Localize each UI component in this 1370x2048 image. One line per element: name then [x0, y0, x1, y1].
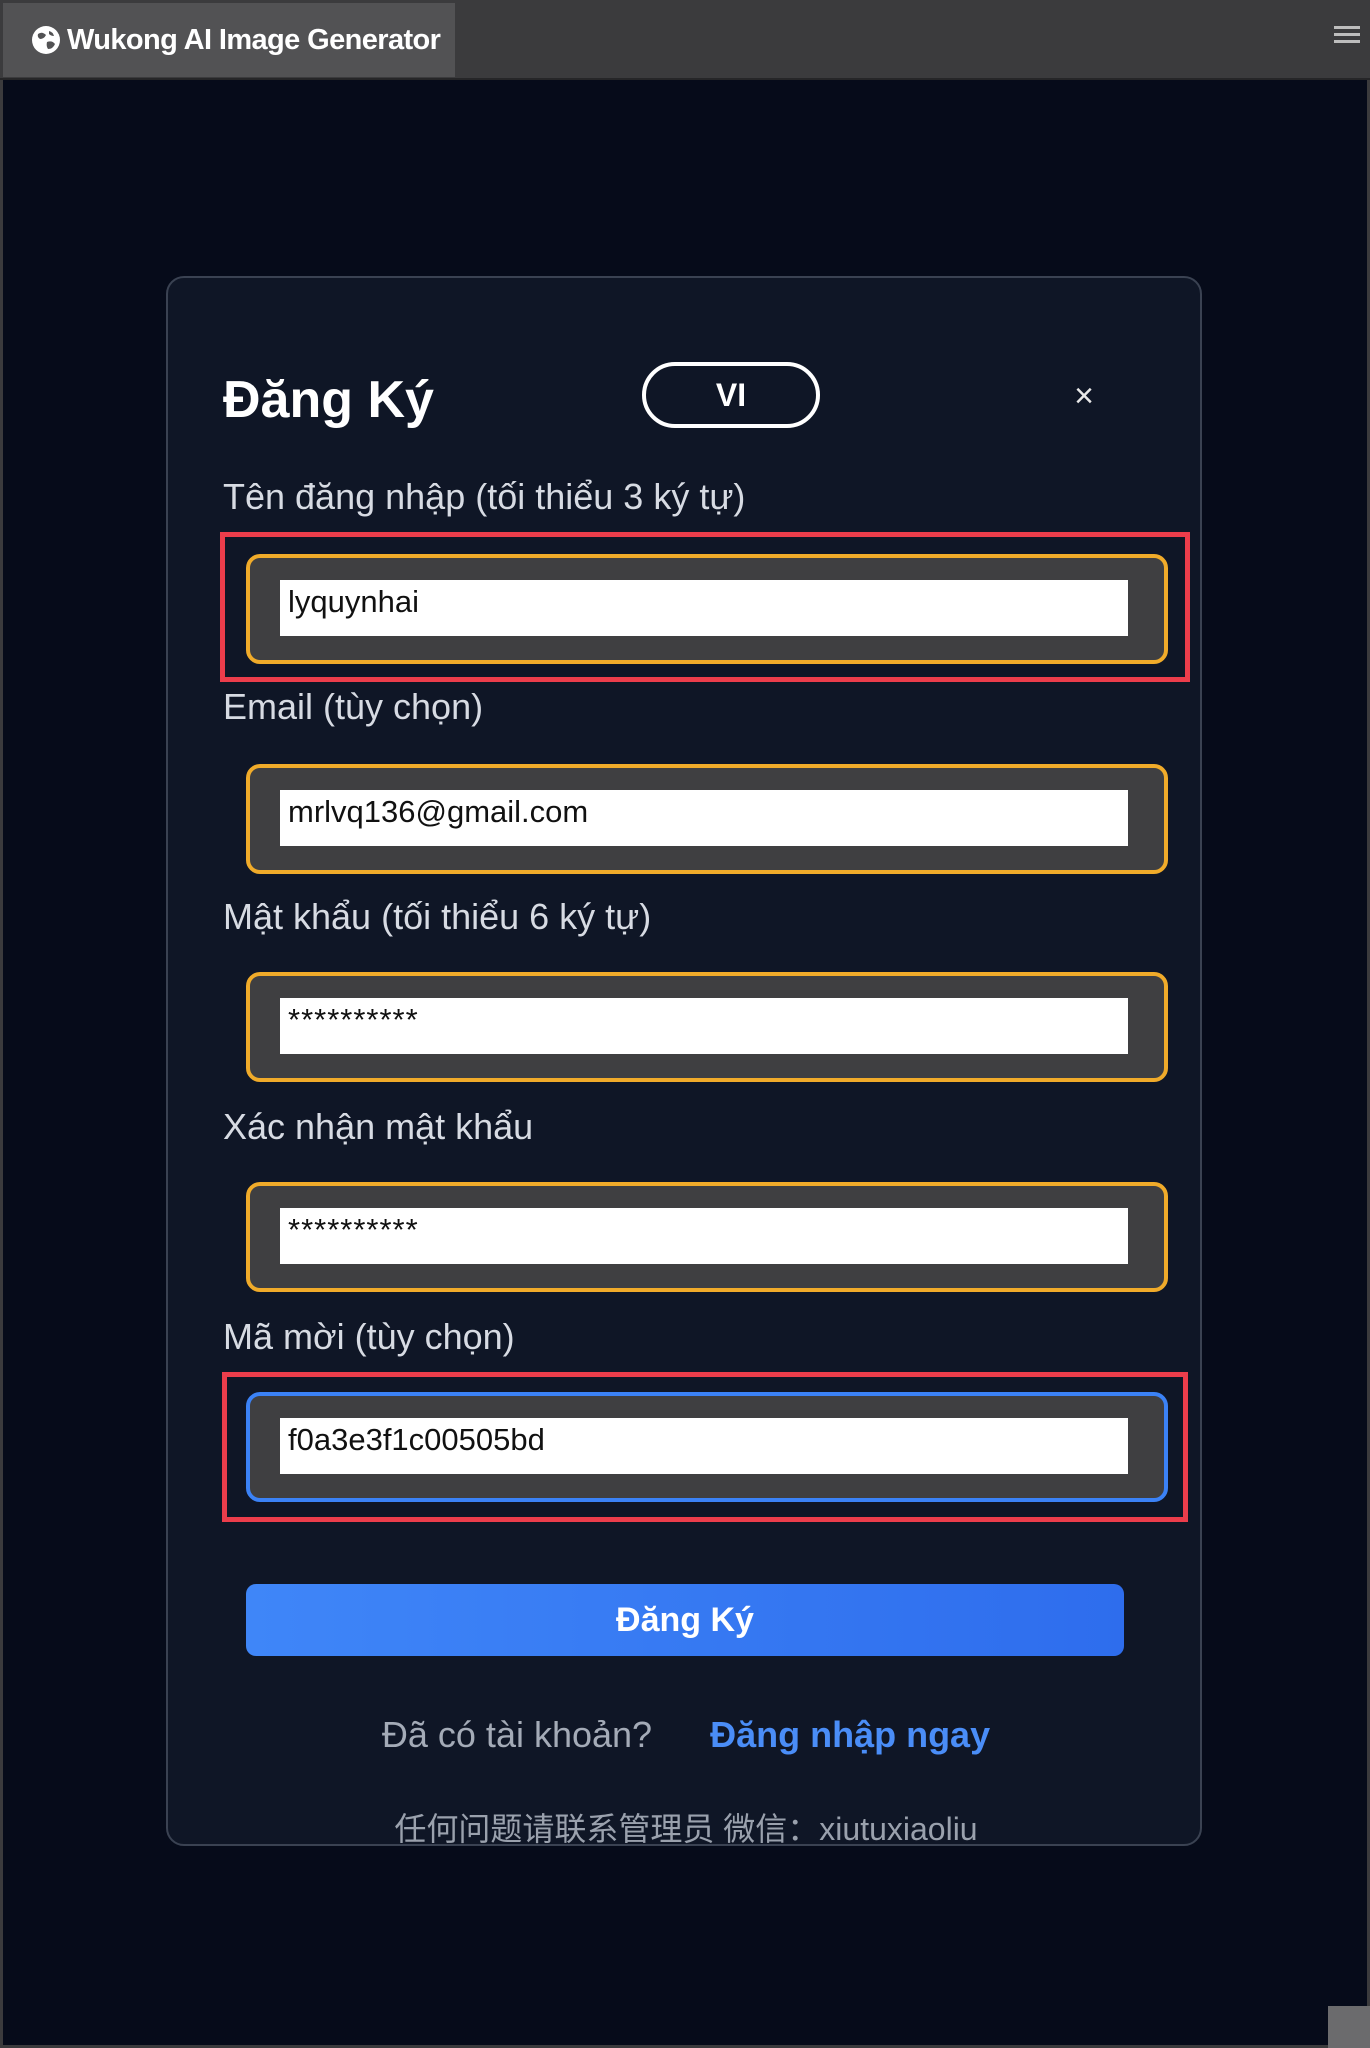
username-label: Tên đăng nhập (tối thiểu 3 ký tự)	[223, 476, 746, 517]
password-input[interactable]: **********	[280, 998, 1128, 1054]
login-prompt: Đã có tài khoản?	[381, 1714, 653, 1755]
email-field-frame: mrlvq136@gmail.com	[246, 764, 1168, 874]
login-row: Đã có tài khoản? Đăng nhập ngay	[168, 1714, 1204, 1756]
hamburger-menu-icon[interactable]	[1334, 26, 1360, 50]
globe-icon	[29, 23, 63, 57]
app-window: Wukong AI Image Generator Đăng Ký VI × T…	[0, 0, 1370, 2048]
register-dialog: Đăng Ký VI × Tên đăng nhập (tối thiểu 3 …	[166, 276, 1204, 1847]
invite-code-input[interactable]: f0a3e3f1c00505bd	[280, 1418, 1128, 1474]
password-field-frame: **********	[246, 972, 1168, 1082]
register-button[interactable]: Đăng Ký	[246, 1584, 1124, 1656]
login-link[interactable]: Đăng nhập ngay	[710, 1714, 990, 1755]
language-toggle-button[interactable]: VI	[642, 362, 820, 428]
resize-corner[interactable]	[1328, 2006, 1370, 2048]
email-label: Email (tùy chọn)	[223, 686, 484, 727]
dialog-title: Đăng Ký	[223, 371, 434, 429]
confirm-password-input[interactable]: **********	[280, 1208, 1128, 1264]
password-label: Mật khẩu (tối thiểu 6 ký tự)	[223, 896, 652, 937]
contact-note: 任何问题请联系管理员 微信：xiutuxiaoliu	[394, 1811, 978, 1847]
confirm-password-field-frame: **********	[246, 1182, 1168, 1292]
tab-title: Wukong AI Image Generator	[67, 23, 441, 56]
tab-wukong[interactable]: Wukong AI Image Generator	[3, 3, 455, 77]
window-border-left	[0, 80, 3, 2048]
tab-bar: Wukong AI Image Generator	[0, 0, 1370, 80]
username-field-frame: lyquynhai	[246, 554, 1168, 664]
close-icon[interactable]: ×	[1066, 378, 1102, 414]
invite-code-field-frame: f0a3e3f1c00505bd	[246, 1392, 1168, 1502]
username-input[interactable]: lyquynhai	[280, 580, 1128, 636]
invite-code-label: Mã mời (tùy chọn)	[223, 1316, 515, 1357]
email-input[interactable]: mrlvq136@gmail.com	[280, 790, 1128, 846]
confirm-password-label: Xác nhận mật khẩu	[223, 1106, 534, 1147]
